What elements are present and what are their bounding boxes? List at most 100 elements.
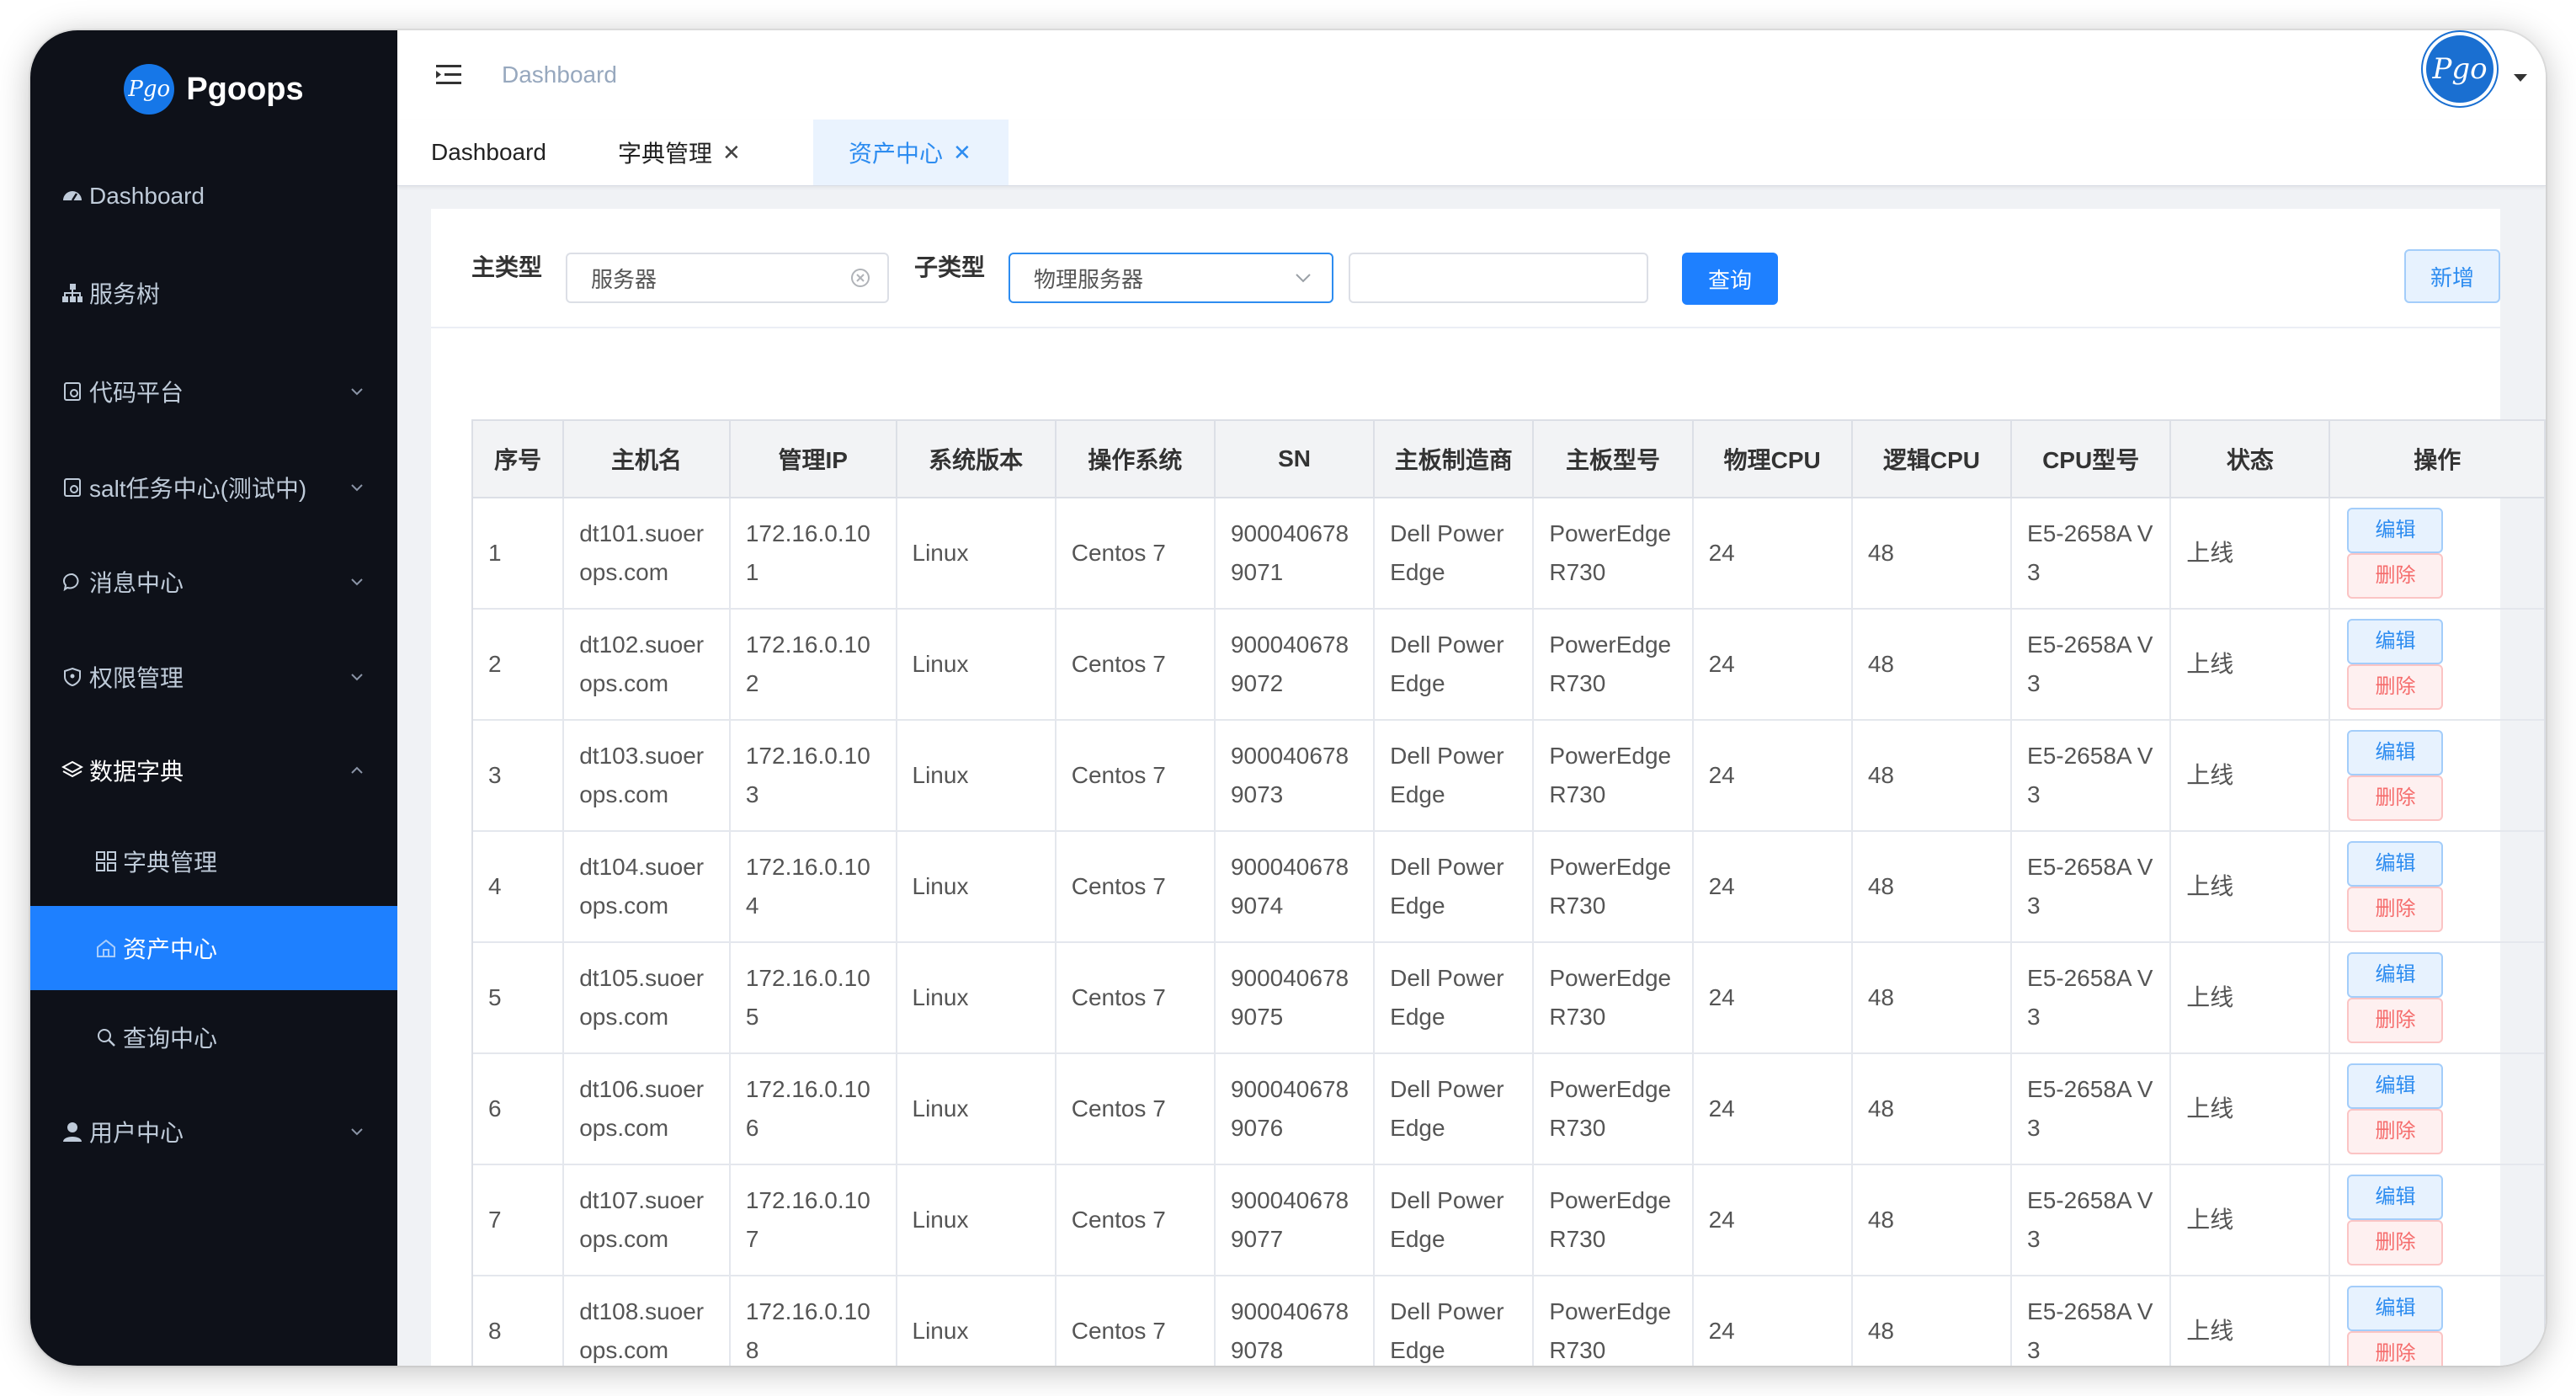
sidebar-item-salt-task-center[interactable]: salt任务中心(测试中) (30, 441, 397, 534)
actions-cell: 编辑删除 (2329, 609, 2544, 721)
table-cell: 9000406789078 (1214, 1276, 1376, 1366)
delete-button[interactable]: 删除 (2347, 553, 2444, 599)
clear-icon[interactable] (850, 268, 870, 288)
edit-button[interactable]: 编辑 (2347, 619, 2444, 664)
table-cell: PowerEdge R730 (1533, 609, 1694, 721)
table-cell: Centos 7 (1055, 1164, 1216, 1276)
search-input[interactable] (1349, 253, 1648, 303)
table-cell: Linux (896, 498, 1056, 610)
sidebar-item-dashboard[interactable]: Dashboard (30, 148, 397, 244)
chevron-down-icon (1296, 274, 1311, 283)
brand[interactable]: Pgo Pgoops (30, 30, 397, 148)
table-cell: PowerEdge R730 (1533, 831, 1694, 943)
column-header: 主板型号 (1533, 421, 1694, 498)
sidebar-item-service-tree[interactable]: 服务树 (30, 244, 397, 342)
table-cell: Dell PowerEdge (1374, 831, 1535, 943)
table-cell: 48 (1851, 498, 2013, 610)
grid-icon (94, 850, 118, 873)
app-window: Pgo Pgoops Dashboard 服务树 代码平台 salt任务中心(测… (30, 30, 2546, 1366)
delete-button[interactable]: 删除 (2347, 1220, 2444, 1265)
column-header: 逻辑CPU (1851, 421, 2013, 498)
table-cell: Dell PowerEdge (1374, 609, 1535, 721)
table-row: 7 dt107.suoerops.com 172.16.0.107 Linux Cent… (473, 1164, 2544, 1276)
sidebar-item-label: 代码平台 (89, 380, 184, 406)
column-header: 物理CPU (1692, 421, 1853, 498)
edit-button[interactable]: 编辑 (2347, 1175, 2444, 1220)
sidebar-item-message-center[interactable]: 消息中心 (30, 534, 397, 630)
delete-button[interactable]: 删除 (2347, 998, 2444, 1043)
sidebar-subitem-dict-management[interactable]: 字典管理 (30, 817, 397, 906)
tab-label: 资产中心 (849, 141, 944, 167)
main-type-select[interactable]: 服务器 (566, 253, 889, 303)
asset-table: 序号 主机名 管理IP 系统版本 操作系统 SN 主板制造商 主板型号 物理CPU 逻辑CPU CP… (471, 419, 2546, 1366)
table-cell: 48 (1851, 1276, 2013, 1366)
sidebar-subitem-label: 资产中心 (123, 936, 218, 962)
table-cell: 上线 (2170, 831, 2331, 943)
table-cell: 9000406789071 (1214, 498, 1376, 610)
sidebar-item-user-center[interactable]: 用户中心 (30, 1084, 397, 1179)
delete-button[interactable]: 删除 (2347, 664, 2444, 710)
table-cell: 24 (1692, 498, 1853, 610)
table-cell: 24 (1692, 942, 1853, 1054)
tab-asset-center[interactable]: 资产中心 ✕ (813, 120, 1009, 185)
close-icon[interactable]: ✕ (953, 140, 971, 166)
sidebar-item-data-dictionary[interactable]: 数据字典 (30, 724, 397, 817)
table-cell: E5-2658A V3 (2011, 831, 2172, 943)
home-icon (94, 936, 118, 960)
query-button[interactable]: 查询 (1682, 253, 1778, 305)
table-cell: Linux (896, 609, 1056, 721)
table-cell: dt104.suoerops.com (563, 831, 731, 943)
column-header: SN (1214, 421, 1376, 498)
column-header: 操作 (2329, 421, 2544, 498)
edit-button[interactable]: 编辑 (2347, 841, 2444, 887)
column-header: 序号 (473, 421, 565, 498)
main-area: Dashboard Pgo Dashboard 字典管理 ✕ 资产中心 ✕ 主类… (397, 30, 2546, 1366)
breadcrumb[interactable]: Dashboard (502, 61, 617, 88)
close-icon[interactable]: ✕ (722, 140, 741, 166)
table-cell: PowerEdge R730 (1533, 1164, 1694, 1276)
tab-dict-management[interactable]: 字典管理 ✕ (618, 120, 741, 185)
table-cell: E5-2658A V3 (2011, 1053, 2172, 1165)
table-cell: 8 (473, 1276, 565, 1366)
hamburger-icon[interactable] (434, 61, 465, 88)
table-cell: E5-2658A V3 (2011, 942, 2172, 1054)
sidebar-subitem-query-center[interactable]: 查询中心 (30, 990, 397, 1084)
sidebar-item-code-platform[interactable]: 代码平台 (30, 342, 397, 441)
delete-button[interactable]: 删除 (2347, 1109, 2444, 1154)
content-card: 主类型 服务器 子类型 物理服务器 查询 新增 序号 主机名 管理IP 系统版本… (431, 209, 2546, 1366)
table-cell: 4 (473, 831, 565, 943)
table-cell: 172.16.0.104 (729, 831, 897, 943)
sitemap-icon (61, 281, 84, 305)
table-cell: Dell PowerEdge (1374, 1164, 1535, 1276)
table-body: 1 dt101.suoerops.com 172.16.0.101 Linux Cent… (473, 498, 2544, 1366)
edit-button[interactable]: 编辑 (2347, 730, 2444, 775)
table-cell: 24 (1692, 1276, 1853, 1366)
avatar[interactable]: Pgo (2423, 32, 2497, 106)
add-button[interactable]: 新增 (2404, 249, 2500, 303)
edit-button[interactable]: 编辑 (2347, 1063, 2444, 1109)
table-cell: 2 (473, 609, 565, 721)
table-cell: dt108.suoerops.com (563, 1276, 731, 1366)
edit-button[interactable]: 编辑 (2347, 952, 2444, 998)
delete-button[interactable]: 删除 (2347, 1331, 2444, 1366)
sidebar-item-label: 服务树 (89, 281, 161, 307)
sub-type-select[interactable]: 物理服务器 (1009, 253, 1333, 303)
user-icon (61, 1120, 84, 1143)
column-header: 管理IP (729, 421, 897, 498)
sidebar-subitem-asset-center[interactable]: 资产中心 (30, 906, 397, 990)
table-cell: 7 (473, 1164, 565, 1276)
edit-button[interactable]: 编辑 (2347, 1286, 2444, 1331)
sidebar-item-permission[interactable]: 权限管理 (30, 630, 397, 724)
tab-dashboard[interactable]: Dashboard (431, 120, 546, 185)
edit-button[interactable]: 编辑 (2347, 508, 2444, 553)
delete-button[interactable]: 删除 (2347, 887, 2444, 932)
table-cell: 9000406789076 (1214, 1053, 1376, 1165)
caret-down-icon[interactable] (2514, 74, 2527, 82)
chevron-down-icon (351, 674, 363, 681)
column-header: CPU型号 (2011, 421, 2172, 498)
chevron-down-icon (351, 484, 363, 492)
table-cell: Dell PowerEdge (1374, 498, 1535, 610)
table-cell: Dell PowerEdge (1374, 720, 1535, 832)
table-cell: 172.16.0.106 (729, 1053, 897, 1165)
delete-button[interactable]: 删除 (2347, 775, 2444, 821)
